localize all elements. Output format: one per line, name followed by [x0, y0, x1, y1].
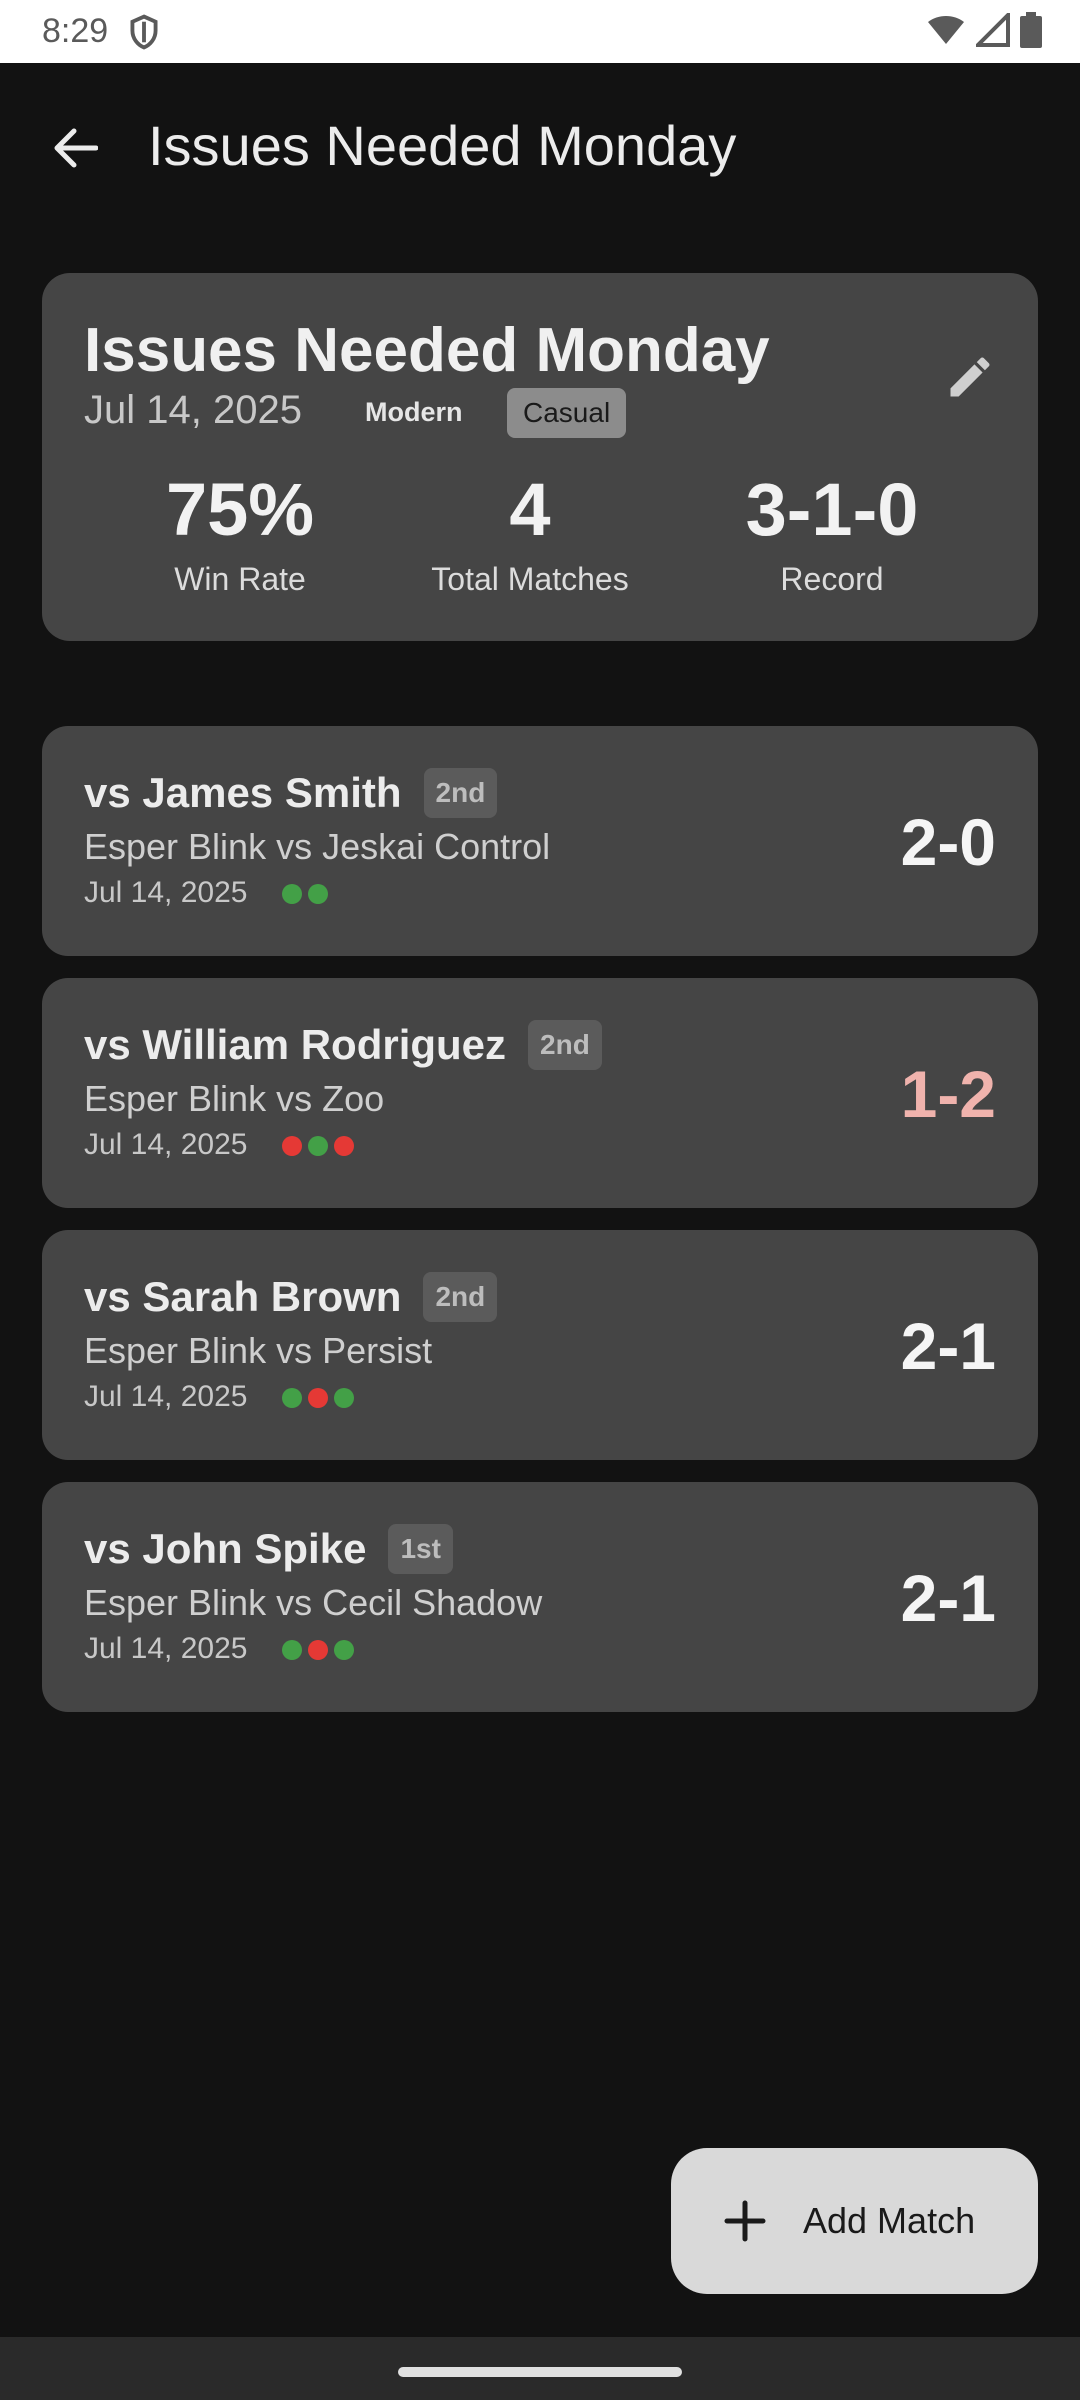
stat-label: Total Matches: [431, 561, 629, 597]
game-win-dot: [308, 1136, 328, 1156]
opponent-name: vs James Smith: [84, 769, 402, 816]
match-card[interactable]: vs William Rodriguez 2nd Esper Blink vs …: [42, 978, 1038, 1208]
match-card[interactable]: vs John Spike 1st Esper Blink vs Cecil S…: [42, 1482, 1038, 1712]
status-icons: [926, 12, 1042, 48]
add-match-label: Add Match: [803, 2200, 976, 2241]
play-order-chip: 2nd: [423, 768, 498, 818]
game-win-dot: [308, 884, 328, 904]
session-title: Issues Needed Monday: [84, 316, 770, 385]
game-loss-dot: [334, 1136, 354, 1156]
status-bar: 8:29: [0, 0, 1080, 63]
stat-win-rate: 75% Win Rate: [140, 473, 340, 598]
stat-value: 4: [509, 468, 551, 551]
game-results: [282, 884, 328, 904]
format-label: Modern: [365, 397, 463, 427]
pencil-icon: [950, 357, 990, 397]
arrow-back-icon: [54, 128, 98, 168]
stat-value: 75%: [165, 468, 315, 551]
back-button[interactable]: [40, 113, 110, 183]
match-score: 2-0: [900, 805, 996, 879]
edit-button[interactable]: [944, 351, 996, 403]
game-win-dot: [282, 1388, 302, 1408]
opponent-row: vs William Rodriguez 2nd: [84, 1020, 602, 1070]
add-match-button[interactable]: Add Match: [671, 2148, 1038, 2294]
stat-value: 3-1-0: [745, 468, 919, 551]
game-win-dot: [282, 884, 302, 904]
page-title: Issues Needed Monday: [148, 114, 737, 177]
game-results: [282, 1136, 354, 1156]
game-results: [282, 1388, 354, 1408]
play-order-chip: 2nd: [528, 1020, 602, 1070]
app-bar: Issues Needed Monday: [0, 63, 1080, 233]
match-card[interactable]: vs James Smith 2nd Esper Blink vs Jeskai…: [42, 726, 1038, 956]
shield-icon: [130, 14, 158, 50]
game-win-dot: [282, 1640, 302, 1660]
game-loss-dot: [308, 1388, 328, 1408]
deck-matchup: Esper Blink vs Jeskai Control: [84, 826, 551, 867]
deck-matchup: Esper Blink vs Persist: [84, 1330, 433, 1371]
opponent-row: vs John Spike 1st: [84, 1524, 453, 1574]
stat-total-matches: 4 Total Matches: [400, 473, 660, 598]
deck-matchup: Esper Blink vs Cecil Shadow: [84, 1582, 543, 1623]
match-card[interactable]: vs Sarah Brown 2nd Esper Blink vs Persis…: [42, 1230, 1038, 1460]
match-date: Jul 14, 2025: [84, 1632, 248, 1665]
game-win-dot: [334, 1640, 354, 1660]
home-handle[interactable]: [398, 2367, 682, 2377]
match-date: Jul 14, 2025: [84, 876, 248, 909]
event-type-chip: Casual: [507, 388, 627, 438]
status-time: 8:29: [42, 12, 109, 50]
game-loss-dot: [282, 1136, 302, 1156]
opponent-name: vs John Spike: [84, 1525, 367, 1572]
stat-record: 3-1-0 Record: [702, 473, 962, 598]
stat-label: Win Rate: [174, 561, 306, 597]
match-score: 2-1: [900, 1561, 996, 1635]
match-date: Jul 14, 2025: [84, 1380, 248, 1413]
opponent-row: vs James Smith 2nd: [84, 768, 498, 818]
opponent-name: vs William Rodriguez: [84, 1021, 507, 1068]
system-nav-bar: [0, 2337, 1080, 2400]
deck-matchup: Esper Blink vs Zoo: [84, 1078, 385, 1119]
match-score: 1-2: [900, 1057, 996, 1131]
plus-icon: [724, 2200, 766, 2242]
signal-icon: [976, 13, 1010, 47]
game-results: [282, 1640, 354, 1660]
opponent-row: vs Sarah Brown 2nd: [84, 1272, 498, 1322]
game-loss-dot: [308, 1640, 328, 1660]
stat-label: Record: [780, 561, 884, 597]
game-win-dot: [334, 1388, 354, 1408]
play-order-chip: 2nd: [423, 1272, 498, 1322]
match-date: Jul 14, 2025: [84, 1128, 248, 1161]
wifi-icon: [928, 16, 964, 44]
battery-icon: [1020, 12, 1042, 48]
session-summary-card: Issues Needed Monday Jul 14, 2025 Modern…: [42, 273, 1038, 641]
opponent-name: vs Sarah Brown: [84, 1273, 402, 1320]
session-date: Jul 14, 2025: [84, 388, 302, 432]
match-score: 2-1: [900, 1309, 996, 1383]
play-order-chip: 1st: [388, 1524, 453, 1574]
